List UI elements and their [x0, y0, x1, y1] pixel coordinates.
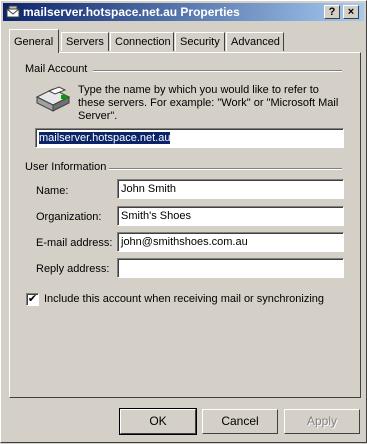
include-account-label[interactable]: Include this account when receiving mail…: [44, 293, 324, 305]
mail-account-divider: [93, 70, 342, 72]
account-name-input[interactable]: mailserver.hotspace.net.au: [35, 128, 344, 148]
account-name-value: mailserver.hotspace.net.au: [39, 132, 171, 144]
include-account-checkbox[interactable]: ✔: [26, 293, 39, 306]
reply-address-label: Reply address:: [36, 263, 110, 275]
properties-dialog: mailserver.hotspace.net.au Properties ? …: [0, 0, 367, 443]
user-information-heading: User Information: [25, 161, 107, 173]
mail-account-heading: Mail Account: [25, 63, 88, 75]
mail-account-description: Type the name by which you would like to…: [78, 84, 339, 122]
panel-content: Mail Account Type the name by which you …: [1, 1, 367, 444]
user-information-divider: [109, 168, 342, 170]
name-label: Name:: [36, 185, 69, 197]
organization-input[interactable]: Smith's Shoes: [117, 206, 344, 226]
email-address-label: E-mail address:: [36, 237, 113, 249]
organization-label: Organization:: [36, 211, 102, 223]
reply-address-input[interactable]: [117, 258, 344, 278]
mail-server-icon: [35, 86, 71, 112]
name-input[interactable]: John Smith: [117, 179, 344, 199]
email-address-input[interactable]: john@smithshoes.com.au: [117, 232, 344, 252]
